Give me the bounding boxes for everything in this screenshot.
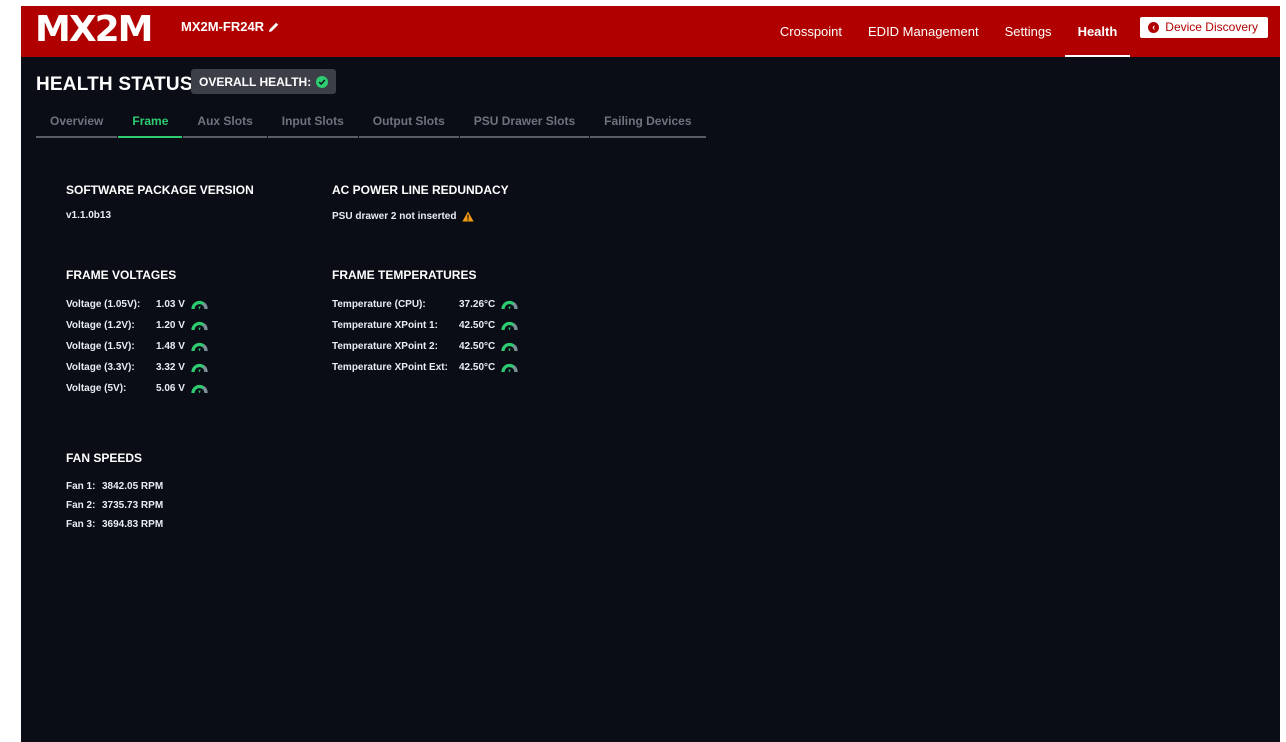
- gauge-ok-icon: [501, 300, 518, 310]
- device-discovery-label: Device Discovery: [1165, 20, 1258, 34]
- software-version-title: SOFTWARE PACKAGE VERSION: [66, 183, 254, 197]
- fan-label: Fan 2:: [66, 499, 96, 511]
- temperature-row: Temperature XPoint 1: 42.50°C: [332, 317, 518, 333]
- temperature-row: Temperature (CPU): 37.26°C: [332, 296, 518, 312]
- gauge-ok-icon: [501, 321, 518, 331]
- nav-settings[interactable]: Settings: [992, 6, 1065, 57]
- voltage-label: Voltage (1.05V):: [66, 298, 141, 310]
- nav-crosspoint[interactable]: Crosspoint: [767, 6, 855, 57]
- fan-speeds-title: FAN SPEEDS: [66, 451, 143, 465]
- pencil-icon[interactable]: [268, 21, 280, 33]
- app-window: MX2M MX2M-FR24R Crosspoint EDID Manageme…: [21, 6, 1280, 742]
- temperature-label: Temperature XPoint 1:: [332, 319, 438, 331]
- frame-temperatures-title: FRAME TEMPERATURES: [332, 268, 477, 282]
- tab-aux-slots[interactable]: Aux Slots: [183, 111, 267, 138]
- temperature-label: Temperature XPoint 2:: [332, 340, 438, 352]
- fan-row: Fan 2: 3735.73 RPM: [66, 497, 163, 513]
- fan-value: 3842.05 RPM: [102, 480, 164, 492]
- temperature-row: Temperature XPoint 2: 42.50°C: [332, 338, 518, 354]
- voltage-label: Voltage (1.5V):: [66, 340, 135, 352]
- logo: MX2M: [35, 9, 153, 50]
- tab-psu-drawer-slots[interactable]: PSU Drawer Slots: [459, 111, 590, 138]
- temperature-value: 42.50°C: [459, 361, 496, 373]
- nav-edid-management[interactable]: EDID Management: [855, 6, 992, 57]
- tab-failing-devices[interactable]: Failing Devices: [590, 111, 706, 138]
- voltage-value: 3.32 V: [156, 361, 185, 373]
- device-discovery-button[interactable]: ‹ Device Discovery: [1140, 16, 1268, 38]
- fan-label: Fan 1:: [66, 480, 96, 492]
- voltage-row: Voltage (1.5V): 1.48 V: [66, 338, 208, 354]
- temperature-value: 42.50°C: [459, 340, 496, 352]
- voltage-label: Voltage (3.3V):: [66, 361, 135, 373]
- tab-input-slots[interactable]: Input Slots: [267, 111, 358, 138]
- voltage-row: Voltage (1.05V): 1.03 V: [66, 296, 208, 312]
- overall-health-badge: OVERALL HEALTH:: [191, 69, 337, 94]
- frame-voltages-title: FRAME VOLTAGES: [66, 268, 177, 282]
- warning-icon: [462, 211, 475, 221]
- temperature-label: Temperature XPoint Ext:: [332, 361, 448, 373]
- gauge-ok-icon: [191, 363, 208, 373]
- fan-row: Fan 3: 3694.83 RPM: [66, 516, 163, 532]
- fan-value: 3735.73 RPM: [102, 499, 164, 511]
- gauge-ok-icon: [191, 384, 208, 394]
- tab-frame[interactable]: Frame: [118, 111, 183, 138]
- gauge-ok-icon: [501, 342, 518, 352]
- fan-row: Fan 1: 3842.05 RPM: [66, 478, 163, 494]
- main-nav: Crosspoint EDID Management Settings Heal…: [767, 6, 1268, 57]
- temperature-label: Temperature (CPU):: [332, 298, 426, 310]
- voltage-row: Voltage (5V): 5.06 V: [66, 380, 208, 396]
- check-icon: [316, 75, 329, 88]
- voltage-label: Voltage (5V):: [66, 382, 127, 394]
- temperature-value: 37.26°C: [459, 298, 496, 310]
- temperature-value: 42.50°C: [459, 319, 496, 331]
- ac-power-status-text: PSU drawer 2 not inserted: [332, 210, 457, 222]
- nav-health[interactable]: Health: [1064, 6, 1131, 57]
- voltage-row: Voltage (1.2V): 1.20 V: [66, 317, 208, 333]
- tab-output-slots[interactable]: Output Slots: [358, 111, 459, 138]
- software-version-value: v1.1.0b13: [66, 210, 112, 221]
- gauge-ok-icon: [191, 300, 208, 310]
- voltage-label: Voltage (1.2V):: [66, 319, 135, 331]
- voltage-value: 1.20 V: [156, 319, 185, 331]
- temperature-row: Temperature XPoint Ext: 42.50°C: [332, 359, 518, 375]
- tab-overview[interactable]: Overview: [36, 111, 118, 138]
- page-title: HEALTH STATUS: [36, 74, 193, 95]
- fan-value: 3694.83 RPM: [102, 518, 164, 530]
- device-name-label: MX2M-FR24R: [181, 19, 265, 34]
- overall-health-label: OVERALL HEALTH:: [199, 74, 312, 89]
- ac-power-status: PSU drawer 2 not inserted: [332, 208, 475, 224]
- top-bar: MX2M MX2M-FR24R Crosspoint EDID Manageme…: [21, 6, 1280, 57]
- voltage-row: Voltage (3.3V): 3.32 V: [66, 359, 208, 375]
- gauge-ok-icon: [191, 342, 208, 352]
- voltage-value: 1.03 V: [156, 298, 185, 310]
- device-name[interactable]: MX2M-FR24R: [181, 19, 280, 34]
- gauge-ok-icon: [501, 363, 518, 373]
- voltage-value: 5.06 V: [156, 382, 185, 394]
- voltage-value: 1.48 V: [156, 340, 185, 352]
- fan-label: Fan 3:: [66, 518, 96, 530]
- back-arrow-icon: ‹: [1148, 21, 1160, 33]
- health-tabs: Overview Frame Aux Slots Input Slots Out…: [36, 111, 707, 138]
- ac-power-title: AC POWER LINE REDUNDACY: [332, 183, 509, 197]
- gauge-ok-icon: [191, 321, 208, 331]
